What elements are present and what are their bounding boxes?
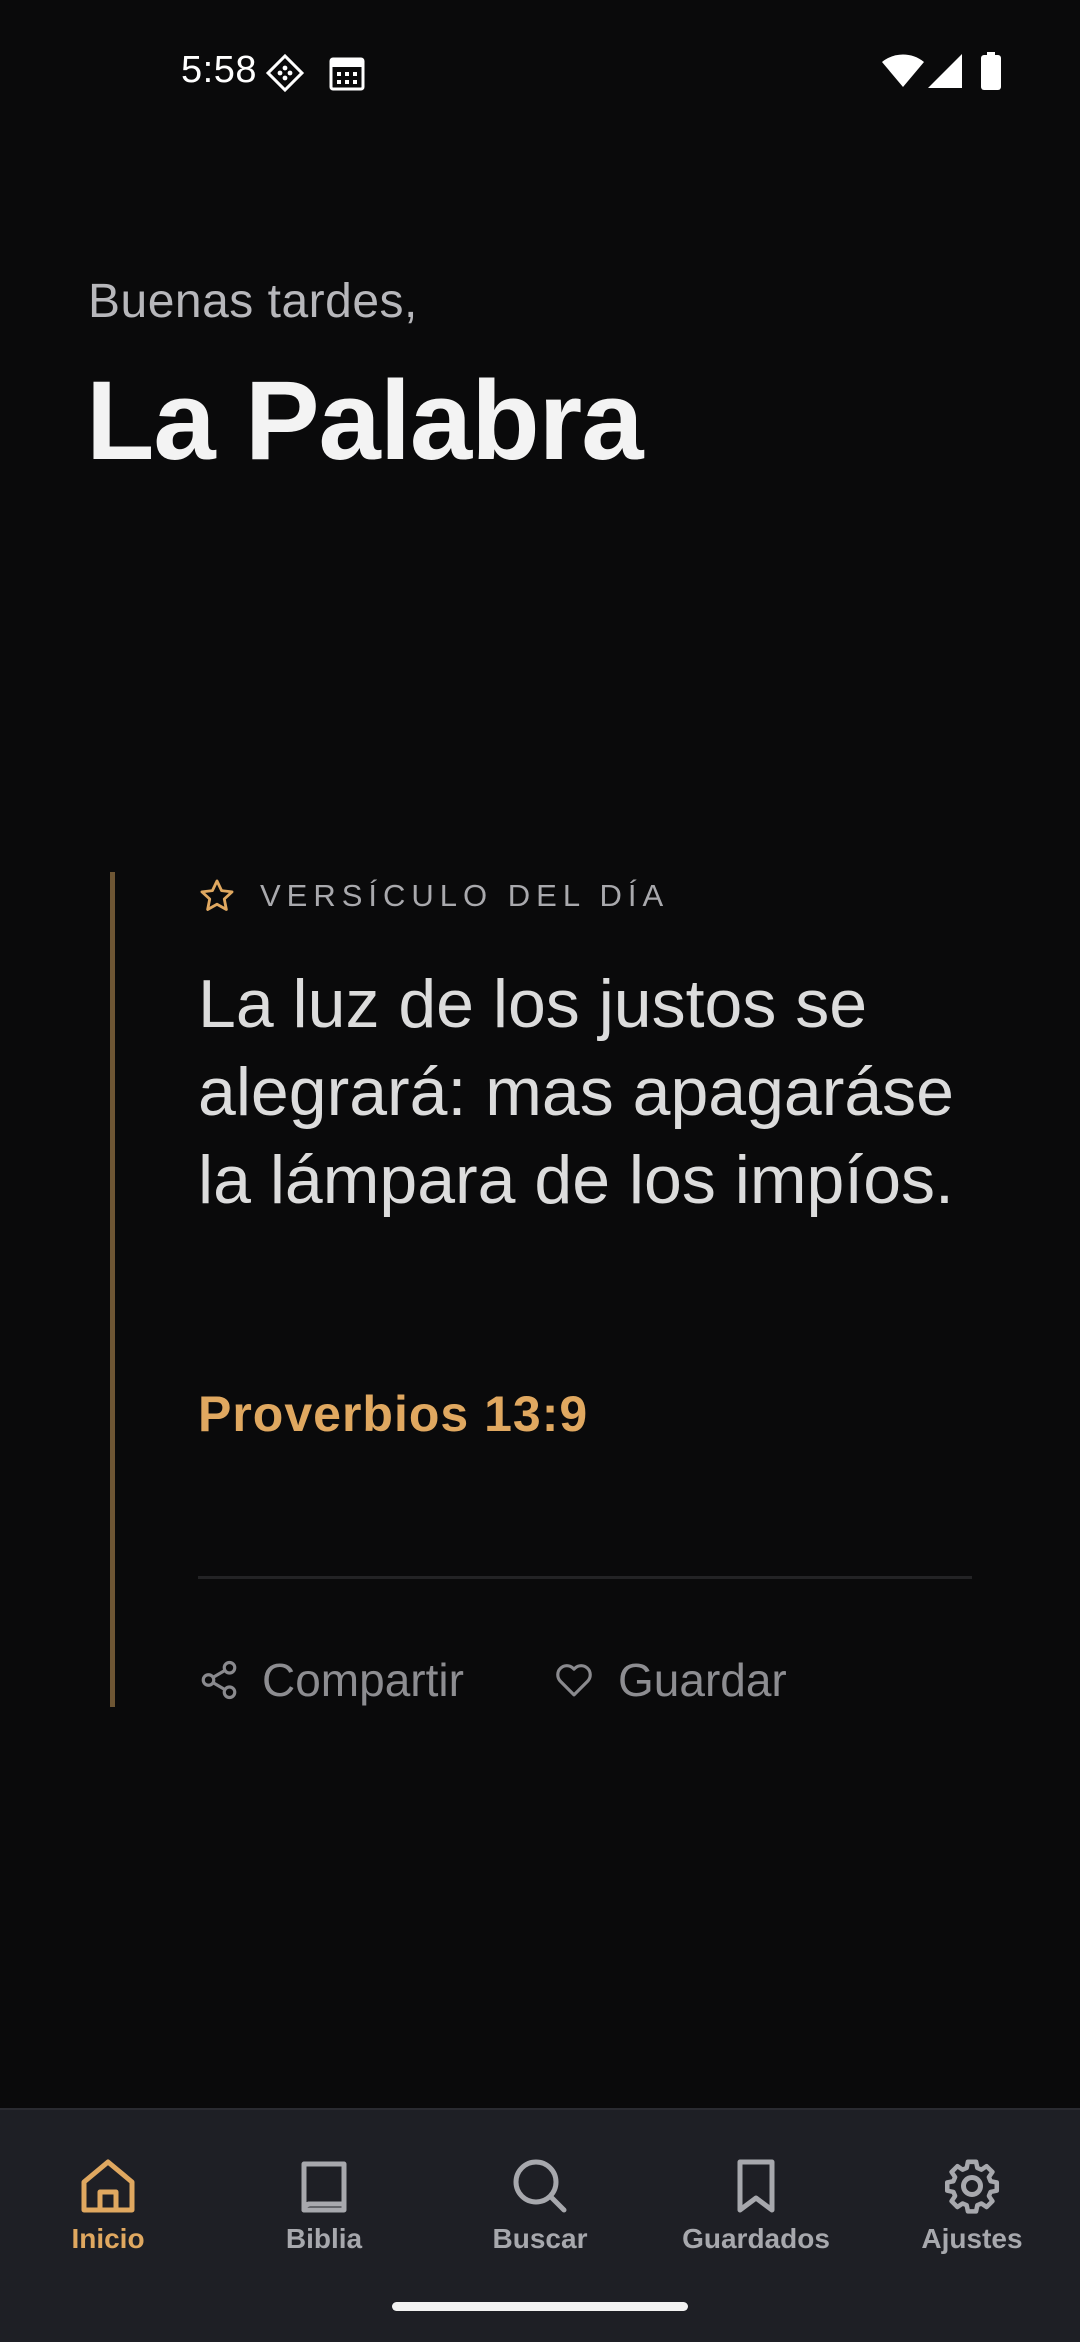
verse-reference[interactable]: Proverbios 13:9 — [198, 1382, 588, 1446]
calendar-icon — [329, 57, 365, 91]
star-icon — [200, 879, 234, 911]
verse-kicker: VERSÍCULO DEL DÍA — [198, 874, 669, 918]
wifi-icon — [882, 54, 924, 87]
nav-item-buscar[interactable]: Buscar — [432, 2110, 648, 2260]
cell-signal-icon — [928, 54, 962, 88]
heart-icon — [556, 1664, 592, 1697]
verse-accent-bar — [110, 872, 115, 1707]
battery-icon — [981, 52, 1001, 90]
verse-text: La luz de los justos se alegrará: mas ap… — [198, 966, 955, 1218]
nav-label-inicio: Inicio — [71, 2223, 145, 2254]
nav-label-ajustes: Ajustes — [921, 2223, 1023, 2254]
share-button[interactable]: Compartir — [198, 1648, 464, 1712]
nav-item-biblia[interactable]: Biblia — [216, 2110, 432, 2260]
book-icon — [301, 2161, 347, 2213]
share-label: Compartir — [262, 1654, 464, 1706]
status-time: 5:58 — [181, 49, 257, 91]
home-icon — [81, 2159, 135, 2213]
status-bar: 5:58 — [0, 0, 1080, 140]
location-diamond-icon — [265, 53, 305, 93]
nav-label-guardados: Guardados — [682, 2223, 830, 2254]
save-button[interactable]: Guardar — [552, 1648, 787, 1712]
nav-label-biblia: Biblia — [285, 2223, 363, 2254]
verse-divider — [198, 1576, 972, 1579]
save-label: Guardar — [618, 1654, 787, 1706]
home-indicator[interactable] — [392, 2302, 688, 2311]
greeting-text: Buenas tardes, — [88, 275, 418, 328]
gear-icon — [944, 2159, 1000, 2214]
nav-item-guardados[interactable]: Guardados — [648, 2110, 864, 2260]
bookmark-icon — [737, 2159, 775, 2213]
nav-label-buscar: Buscar — [492, 2223, 588, 2254]
app-title: La Palabra — [86, 358, 644, 483]
nav-item-inicio[interactable]: Inicio — [0, 2110, 216, 2260]
share-icon — [201, 1660, 237, 1700]
nav-item-ajustes[interactable]: Ajustes — [864, 2110, 1080, 2260]
verse-kicker-label: VERSÍCULO DEL DÍA — [260, 878, 670, 913]
search-icon — [513, 2159, 567, 2213]
